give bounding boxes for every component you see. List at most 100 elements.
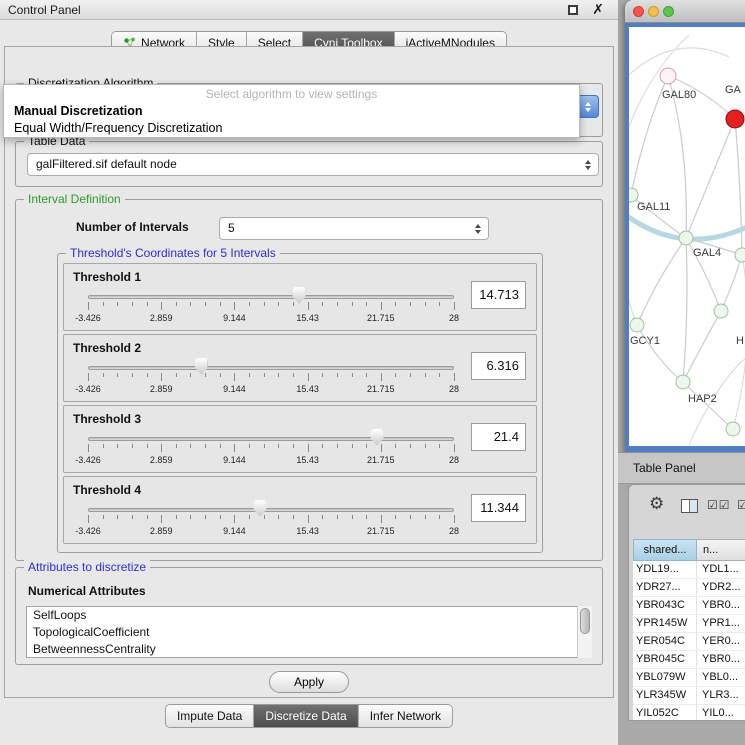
slider-track[interactable]	[88, 508, 454, 512]
table-rows: YDL19... YDL1... YDR27... YDR2... YBR043…	[633, 561, 745, 720]
slider-tick	[220, 373, 221, 377]
table-cell[interactable]: YBR0...	[697, 597, 745, 614]
table-cell[interactable]: YER054C	[633, 633, 697, 650]
slider-tick	[366, 444, 367, 448]
numerical-attributes-list[interactable]: SelfLoopsTopologicalCoefficientBetweenne…	[26, 606, 592, 658]
network-edge[interactable]	[686, 119, 735, 238]
network-node[interactable]	[629, 188, 638, 202]
attribute-item[interactable]: SelfLoops	[27, 607, 591, 624]
column-header-name[interactable]: n...	[697, 539, 745, 561]
threshold-slider[interactable]: -3.4262.8599.14415.4321.71528	[88, 286, 454, 328]
list-scrollbar[interactable]	[577, 606, 592, 658]
network-node[interactable]	[726, 110, 744, 128]
threshold-value-field[interactable]: 14.713	[471, 281, 526, 309]
table-cell[interactable]: YBR043C	[633, 597, 697, 614]
threshold-value-field[interactable]: 6.316	[471, 352, 526, 380]
network-edge[interactable]	[629, 195, 637, 325]
number-of-intervals-combobox[interactable]: 5	[219, 217, 489, 240]
group-title: Attributes to discretize	[24, 560, 150, 574]
attribute-item[interactable]: BetweennessCentrality	[27, 641, 591, 658]
threshold-value-field[interactable]: 21.4	[471, 423, 526, 451]
network-edge[interactable]	[683, 238, 687, 382]
combobox-arrows-icon[interactable]	[577, 95, 599, 118]
slider-tick	[410, 373, 411, 377]
network-node[interactable]	[676, 375, 690, 389]
table-cell[interactable]: YPR1...	[697, 615, 745, 632]
table-row[interactable]: YDR27... YDR2...	[633, 579, 745, 597]
algorithm-option[interactable]: Equal Width/Frequency Discretization	[4, 120, 579, 137]
gear-icon[interactable]: ⚙	[649, 494, 664, 514]
algorithm-option[interactable]: Manual Discretization	[4, 103, 579, 120]
table-cell[interactable]: YPR145W	[633, 615, 697, 632]
table-cell[interactable]: YBR0...	[697, 651, 745, 668]
slider-tick	[220, 515, 221, 519]
network-node[interactable]	[735, 248, 745, 262]
tab-impute-data[interactable]: Impute Data	[166, 705, 254, 727]
group-title: Interval Definition	[24, 192, 125, 206]
table-cell[interactable]: YDL1...	[697, 561, 745, 578]
table-cell[interactable]: YBR045C	[633, 651, 697, 668]
network-edge[interactable]	[735, 119, 742, 255]
slider-track[interactable]	[88, 437, 454, 441]
table-row[interactable]: YDL19... YDL1...	[633, 561, 745, 579]
tab-infer-network[interactable]: Infer Network	[359, 705, 452, 727]
table-cell[interactable]: YDR27...	[633, 579, 697, 596]
table-row[interactable]: YER054C YER0...	[633, 633, 745, 651]
network-edge[interactable]	[637, 238, 686, 325]
network-edge[interactable]	[629, 35, 689, 177]
slider-tick	[249, 444, 250, 448]
zoom-traffic-light-icon[interactable]	[663, 6, 674, 17]
network-node[interactable]	[714, 304, 728, 318]
network-node[interactable]	[679, 231, 693, 245]
threshold-slider[interactable]: -3.4262.8599.14415.4321.71528	[88, 357, 454, 399]
tab-label: Impute Data	[177, 709, 242, 723]
threshold-slider[interactable]: -3.4262.8599.14415.4321.71528	[88, 499, 454, 541]
network-edge[interactable]	[721, 255, 742, 311]
table-row[interactable]: YBR043C YBR0...	[633, 597, 745, 615]
scrollbar-thumb[interactable]	[580, 608, 590, 634]
network-node[interactable]	[726, 422, 740, 436]
table-cell[interactable]: YIL052C	[633, 705, 697, 720]
attribute-item[interactable]: TopologicalCoefficient	[27, 624, 591, 641]
network-edge[interactable]	[683, 382, 733, 429]
network-node-label: GAL80	[662, 89, 696, 101]
table-row[interactable]: YPR145W YPR1...	[633, 615, 745, 633]
table-cell[interactable]: YLR345W	[633, 687, 697, 704]
slider-track[interactable]	[88, 295, 454, 299]
table-cell[interactable]: YBL0...	[697, 669, 745, 686]
threshold-slider[interactable]: -3.4262.8599.14415.4321.71528	[88, 428, 454, 470]
network-edge[interactable]	[637, 325, 683, 382]
close-traffic-light-icon[interactable]	[633, 6, 644, 17]
tab-discretize-data[interactable]: Discretize Data	[254, 705, 358, 727]
network-canvas[interactable]: GAL80GAGAL11GAL4GCY1HHAP2	[629, 27, 745, 446]
table-cell[interactable]: YLR3...	[697, 687, 745, 704]
network-node[interactable]	[630, 318, 644, 332]
table-row[interactable]: YLR345W YLR3...	[633, 687, 745, 705]
table-row[interactable]: YBL079W YBL0...	[633, 669, 745, 687]
apply-button[interactable]: Apply	[269, 671, 349, 693]
column-selector-icon[interactable]	[681, 499, 698, 513]
slider-track[interactable]	[88, 366, 454, 370]
close-icon[interactable]: ✗	[592, 1, 604, 18]
table-row[interactable]: YBR045C YBR0...	[633, 651, 745, 669]
table-data-combobox[interactable]: galFiltered.sif default node	[27, 153, 599, 176]
slider-scale-label: 28	[449, 384, 459, 394]
table-cell[interactable]: YIL0...	[697, 705, 745, 720]
slider-tick	[88, 444, 89, 452]
minimize-traffic-light-icon[interactable]	[648, 6, 659, 17]
float-window-icon[interactable]	[568, 5, 578, 15]
network-edge[interactable]	[683, 311, 721, 382]
select-checkboxes-icon-2[interactable]: ☑☑	[737, 498, 745, 512]
combobox-arrows-icon[interactable]	[585, 160, 591, 170]
table-cell[interactable]: YDL19...	[633, 561, 697, 578]
table-cell[interactable]: YBL079W	[633, 669, 697, 686]
column-header-shared[interactable]: shared...	[633, 539, 697, 561]
table-cell[interactable]: YDR2...	[697, 579, 745, 596]
slider-tick	[264, 444, 265, 448]
table-cell[interactable]: YER0...	[697, 633, 745, 650]
threshold-value-field[interactable]: 11.344	[471, 494, 526, 522]
table-row[interactable]: YIL052C YIL0...	[633, 705, 745, 720]
combobox-arrows-icon[interactable]	[475, 224, 481, 234]
select-checkboxes-icon[interactable]: ☑☑	[707, 498, 731, 512]
network-node[interactable]	[660, 68, 676, 84]
